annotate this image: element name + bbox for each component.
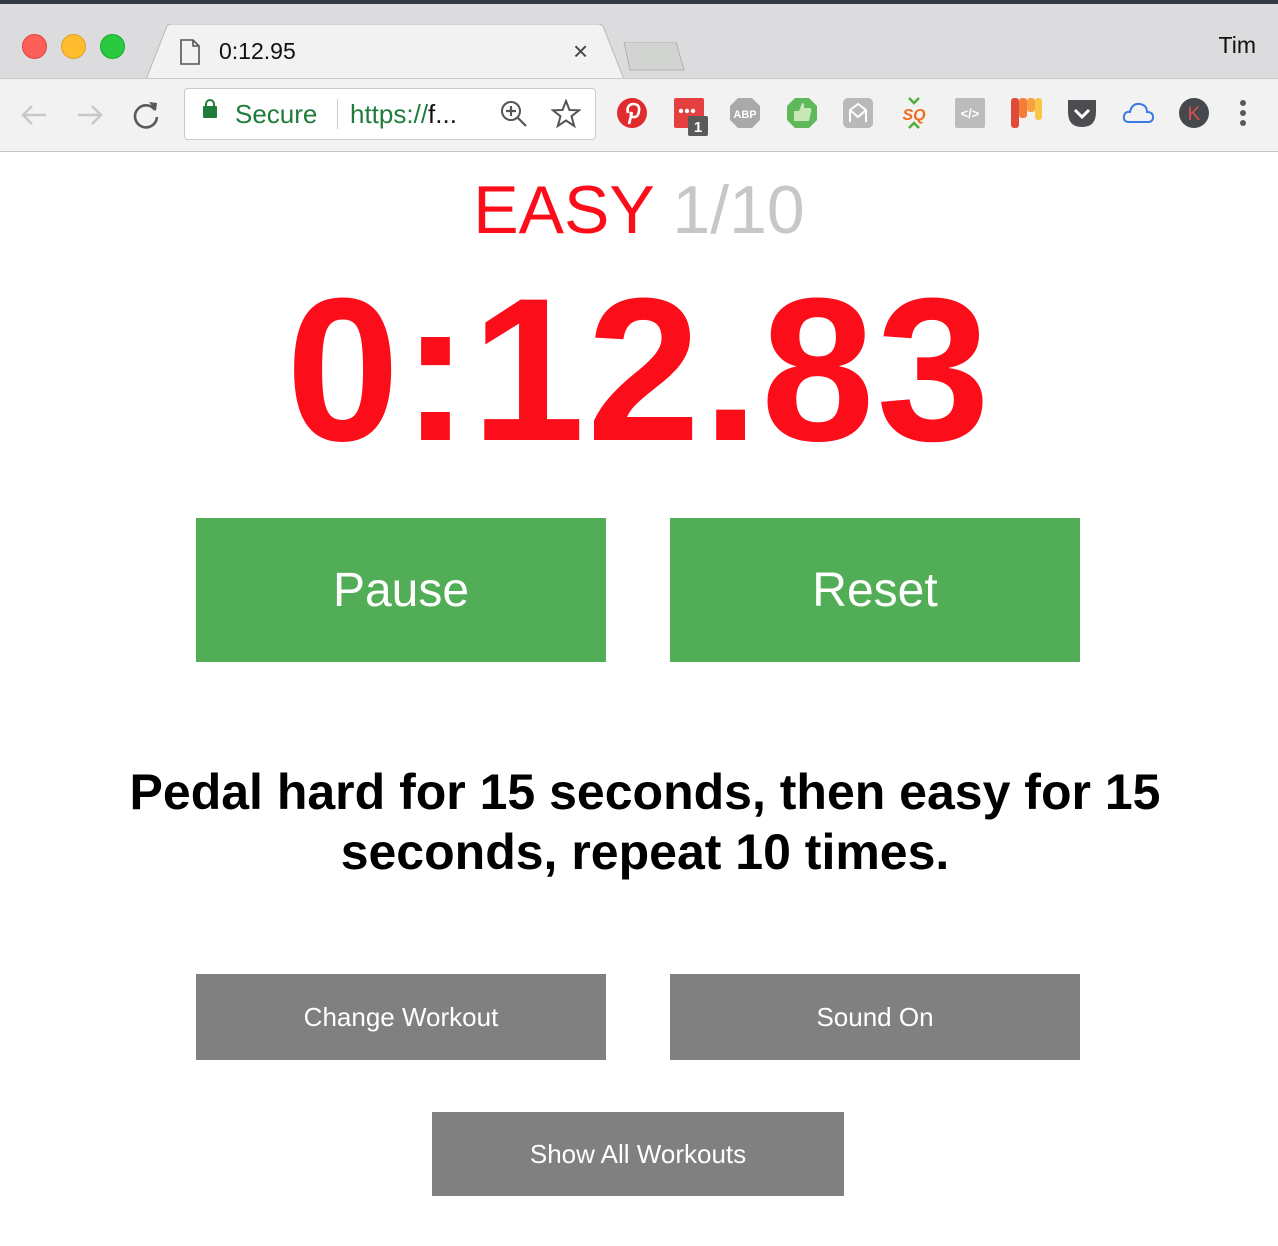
cloud-icon[interactable] bbox=[1121, 96, 1155, 130]
paint-drip-icon[interactable] bbox=[1009, 96, 1043, 130]
document-icon bbox=[180, 39, 200, 65]
tab-strip: 0:12.95 × Tim bbox=[0, 4, 1278, 82]
reload-icon[interactable] bbox=[130, 99, 162, 131]
change-workout-button[interactable]: Change Workout bbox=[196, 974, 606, 1060]
pause-button[interactable]: Pause bbox=[196, 518, 606, 662]
lock-icon bbox=[203, 99, 217, 118]
workout-description: Pedal hard for 15 seconds, then easy for… bbox=[129, 764, 1161, 880]
thumbs-up-icon[interactable] bbox=[785, 96, 819, 130]
more-menu-icon[interactable] bbox=[1226, 96, 1260, 130]
browser-tab-active[interactable]: 0:12.95 × bbox=[145, 24, 625, 82]
zoom-icon[interactable] bbox=[499, 99, 529, 129]
maximize-window-button[interactable] bbox=[100, 34, 125, 59]
back-arrow-icon[interactable] bbox=[18, 99, 50, 131]
code-view-label: </> bbox=[961, 106, 980, 121]
address-separator bbox=[337, 99, 338, 129]
url-scheme: https:// bbox=[350, 99, 429, 129]
new-tab-button[interactable] bbox=[620, 42, 686, 72]
adblock-plus-icon[interactable]: ABP bbox=[728, 96, 762, 130]
phase-label: EASY bbox=[473, 172, 654, 248]
close-window-button[interactable] bbox=[22, 34, 47, 59]
forward-arrow-icon[interactable] bbox=[74, 99, 106, 131]
show-all-workouts-button[interactable]: Show All Workouts bbox=[432, 1112, 844, 1196]
round-counter: 1/10 bbox=[672, 172, 805, 248]
gmail-extension-icon[interactable] bbox=[841, 96, 875, 130]
minimize-window-button[interactable] bbox=[61, 34, 86, 59]
pinterest-icon[interactable] bbox=[615, 96, 649, 130]
abp-label: ABP bbox=[733, 109, 756, 121]
pocket-icon[interactable] bbox=[1065, 96, 1099, 130]
sq-icon[interactable]: SQ bbox=[897, 96, 931, 130]
k-avatar-icon[interactable]: K bbox=[1177, 96, 1211, 130]
phase-header: EASY 1/10 bbox=[0, 170, 1278, 250]
close-tab-icon[interactable]: × bbox=[573, 36, 588, 67]
profile-name[interactable]: Tim bbox=[1219, 32, 1256, 59]
todoist-icon[interactable]: 1 bbox=[672, 94, 716, 138]
timer-display: 0:12.83 bbox=[286, 256, 992, 484]
reset-button[interactable]: Reset bbox=[670, 518, 1080, 662]
tab-shape bbox=[145, 24, 625, 82]
url-host: f... bbox=[428, 99, 457, 129]
k-avatar-label: K bbox=[1188, 104, 1201, 125]
sound-toggle-button[interactable]: Sound On bbox=[670, 974, 1080, 1060]
secure-label: Secure bbox=[235, 99, 318, 129]
address-bar[interactable]: Secure https://f... bbox=[184, 88, 596, 140]
tab-title: 0:12.95 bbox=[219, 38, 296, 64]
window-controls bbox=[22, 34, 125, 59]
code-view-icon[interactable]: </> bbox=[953, 96, 987, 130]
todoist-badge: 1 bbox=[694, 119, 702, 136]
sq-label: SQ bbox=[902, 107, 926, 124]
bookmark-star-icon[interactable] bbox=[551, 99, 581, 129]
url-text[interactable]: https://f... bbox=[350, 99, 457, 130]
